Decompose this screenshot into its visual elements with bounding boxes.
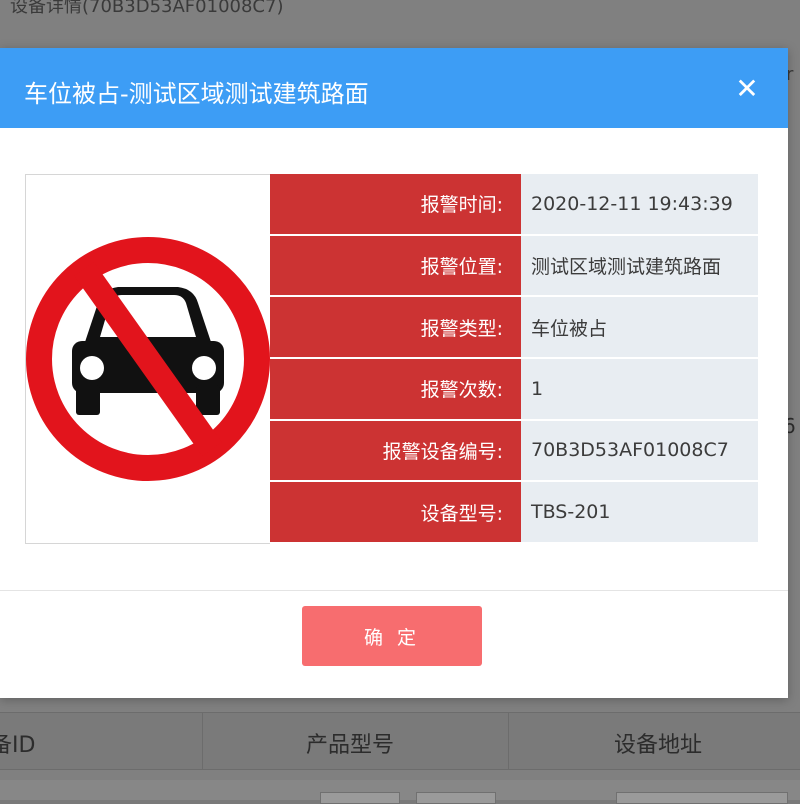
dialog-body: 报警时间: 2020-12-11 19:43:39 报警位置: 测试区域测试建筑… xyxy=(0,128,788,590)
dialog-footer-divider xyxy=(0,590,788,591)
column-divider xyxy=(508,713,509,769)
device-model-label: 设备型号: xyxy=(270,481,521,544)
alarm-info-table: 报警时间: 2020-12-11 19:43:39 报警位置: 测试区域测试建筑… xyxy=(270,174,758,544)
table-row: 报警次数: 1 xyxy=(270,357,758,421)
alarm-location-value: 测试区域测试建筑路面 xyxy=(521,234,758,298)
background-column-header: 设备地址 xyxy=(614,733,703,758)
alarm-location-label: 报警位置: xyxy=(270,234,521,298)
alarm-time-label: 报警时间: xyxy=(270,174,521,236)
background-button xyxy=(320,792,400,804)
background-input xyxy=(616,792,788,804)
alarm-dialog: 车位被占-测试区域测试建筑路面 ✕ 报警时间: 2020-12-11 19:43… xyxy=(0,48,788,698)
table-row: 报警类型: 车位被占 xyxy=(270,296,758,359)
background-column-header: 产品型号 xyxy=(306,733,395,758)
background-page-title: 设备详情(70B3D53AF01008C7) xyxy=(10,0,284,17)
table-row: 报警时间: 2020-12-11 19:43:39 xyxy=(270,174,758,236)
confirm-button[interactable]: 确 定 xyxy=(302,606,482,666)
alarm-count-label: 报警次数: xyxy=(270,357,521,421)
alarm-type-label: 报警类型: xyxy=(270,296,521,359)
background-column-header: 备ID xyxy=(0,733,36,758)
alarm-count-value: 1 xyxy=(521,357,758,421)
device-id-value: 70B3D53AF01008C7 xyxy=(521,419,758,483)
table-row: 报警位置: 测试区域测试建筑路面 xyxy=(270,234,758,298)
device-model-value: TBS-201 xyxy=(521,481,758,544)
background-button xyxy=(416,792,496,804)
column-divider xyxy=(202,713,203,769)
table-row: 报警设备编号: 70B3D53AF01008C7 xyxy=(270,419,758,483)
no-parking-car-icon xyxy=(26,237,270,481)
alarm-time-value: 2020-12-11 19:43:39 xyxy=(521,174,758,236)
dialog-title: 车位被占-测试区域测试建筑路面 xyxy=(24,80,369,108)
alarm-type-value: 车位被占 xyxy=(521,296,758,359)
close-icon[interactable]: ✕ xyxy=(732,74,762,104)
table-row: 设备型号: TBS-201 xyxy=(270,481,758,544)
dialog-header: 车位被占-测试区域测试建筑路面 ✕ xyxy=(0,48,788,128)
background-table-header: 备ID 产品型号 设备地址 xyxy=(0,712,800,770)
alarm-image xyxy=(25,174,271,544)
device-id-label: 报警设备编号: xyxy=(270,419,521,483)
